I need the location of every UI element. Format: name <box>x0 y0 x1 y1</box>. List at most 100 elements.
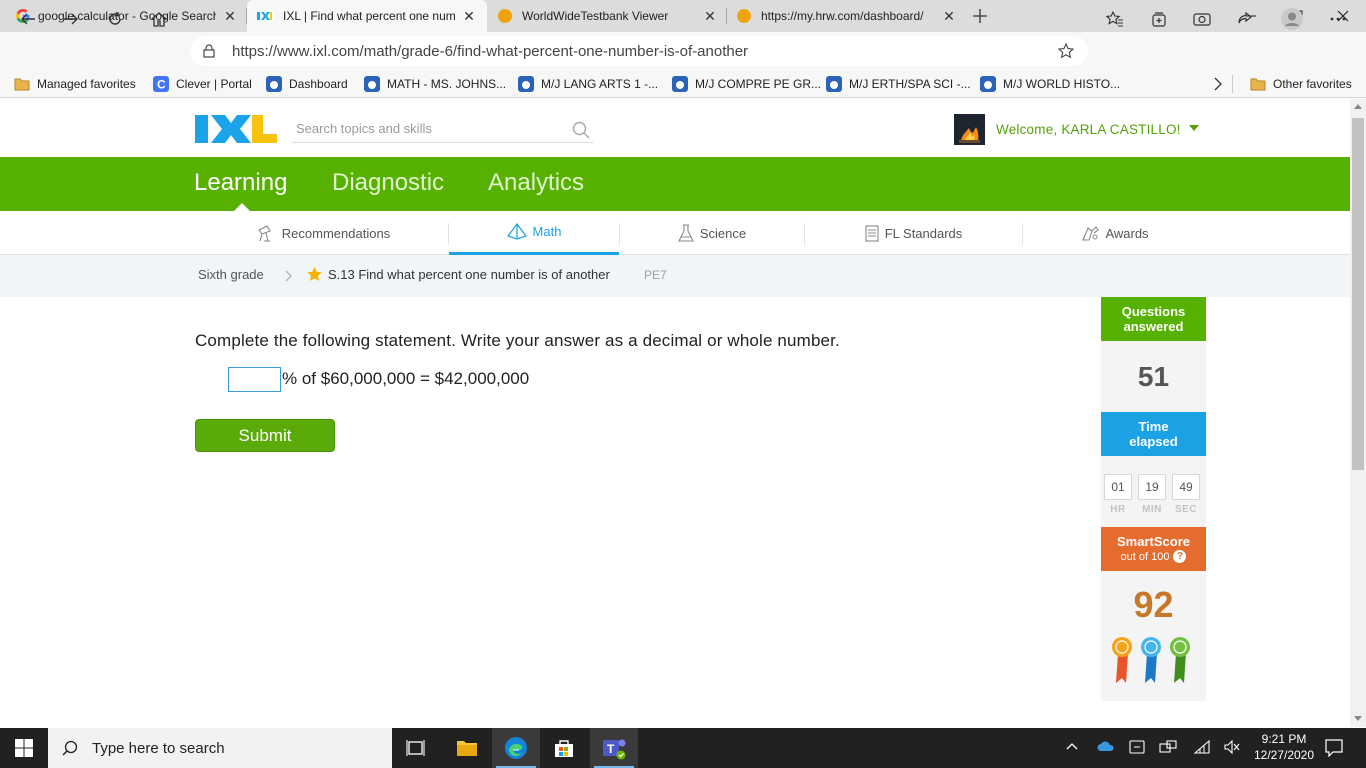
show-hidden-icons-chevron-icon[interactable] <box>1066 742 1078 750</box>
ixl-search-bar <box>292 115 594 143</box>
questions-answered-count: 51 <box>1137 361 1170 392</box>
ellipsis-icon <box>1330 17 1346 21</box>
tab-recommendations[interactable]: Recommendations <box>230 211 416 255</box>
search-input[interactable] <box>292 115 552 141</box>
nav-analytics[interactable]: Analytics <box>488 169 584 197</box>
onedrive-icon[interactable] <box>1097 740 1115 752</box>
close-icon[interactable]: ✕ <box>702 8 718 24</box>
ribbon-medals-icon <box>1110 635 1196 685</box>
time-elapsed-header: Time elapsed <box>1101 412 1206 456</box>
lock-icon[interactable] <box>203 44 215 58</box>
tab-ixl[interactable]: IXL | Find what percent one number is of… <box>247 0 487 32</box>
scroll-down-icon[interactable] <box>1353 715 1363 723</box>
favorite-world-history[interactable]: M/J WORLD HISTO... <box>980 75 1120 93</box>
favorite-managed[interactable]: Managed favorites <box>14 75 136 93</box>
add-favorite-star-icon[interactable] <box>1058 43 1074 59</box>
new-tab-button[interactable] <box>962 0 998 32</box>
task-view-button[interactable] <box>392 728 440 768</box>
tab-fl-standards[interactable]: FL Standards <box>805 211 1022 255</box>
favorite-earth-science[interactable]: M/J ERTH/SPA SCI -... <box>826 75 971 93</box>
active-nav-pointer <box>234 203 250 211</box>
camera-extension-icon <box>1193 13 1211 26</box>
home-button[interactable] <box>143 3 175 35</box>
clock-date: 12/27/2020 <box>1253 748 1315 762</box>
canvas-icon <box>672 76 688 92</box>
welcome-user-menu[interactable]: Welcome, KARLA CASTILLO! <box>996 122 1199 137</box>
more-menu-button[interactable] <box>1322 3 1354 35</box>
tab-title: IXL | Find what percent one number is of… <box>283 9 455 23</box>
tab-title: WorldWideTestbank Viewer <box>522 9 669 23</box>
close-icon[interactable]: ✕ <box>461 8 477 24</box>
svg-text:C: C <box>157 78 166 92</box>
favorite-dashboard[interactable]: Dashboard <box>266 75 348 93</box>
tab-math[interactable]: Math <box>449 211 619 255</box>
teams-taskbar-button[interactable]: T <box>590 728 638 768</box>
favorite-other[interactable]: Other favorites <box>1250 75 1352 93</box>
tab-hrw[interactable]: https://my.hrw.com/dashboard/ ✕ <box>727 0 965 32</box>
back-arrow-icon <box>21 13 35 25</box>
extension-button[interactable] <box>1186 3 1218 35</box>
windows-logo-icon <box>15 739 33 757</box>
store-button[interactable] <box>540 728 588 768</box>
folder-icon <box>1250 77 1266 91</box>
scrollbar-thumb[interactable] <box>1352 118 1364 470</box>
favorite-pe[interactable]: M/J COMPRE PE GR... <box>672 75 821 93</box>
notifications-icon[interactable] <box>1325 739 1343 757</box>
canvas-icon <box>364 76 380 92</box>
skill-code: PE7 <box>644 268 667 282</box>
tab-worldwidetestbank[interactable]: WorldWideTestbank Viewer ✕ <box>488 0 726 32</box>
timer-minutes-label: MIN <box>1142 504 1162 515</box>
edge-taskbar-button[interactable] <box>492 728 540 768</box>
welcome-text: Welcome, KARLA CASTILLO! <box>996 122 1181 137</box>
share-button[interactable] <box>1229 3 1261 35</box>
volume-muted-icon[interactable] <box>1224 740 1240 754</box>
teams-icon: T <box>603 739 626 760</box>
nav-diagnostic[interactable]: Diagnostic <box>332 169 444 197</box>
tab-awards[interactable]: Awards <box>1023 211 1207 255</box>
close-icon[interactable]: ✕ <box>941 8 957 24</box>
favorite-clever[interactable]: C Clever | Portal <box>153 75 252 93</box>
timer-seconds-label: SEC <box>1174 504 1198 515</box>
system-clock[interactable]: 9:21 PM 12/27/2020 <box>1244 731 1324 763</box>
help-icon[interactable]: ? <box>1173 550 1187 563</box>
timer-hours-label: HR <box>1110 504 1126 515</box>
standards-document-icon <box>865 224 879 242</box>
collections-button[interactable] <box>1143 3 1175 35</box>
smartscore-label: SmartScore <box>1117 534 1190 549</box>
nav-learning[interactable]: Learning <box>194 169 287 197</box>
forward-button[interactable] <box>55 3 87 35</box>
breadcrumb-skill: S.13 Find what percent one number is of … <box>328 267 610 282</box>
start-button[interactable] <box>0 728 48 768</box>
answer-input[interactable] <box>228 366 281 392</box>
edge-icon <box>505 737 527 759</box>
favorites-button[interactable] <box>1099 3 1131 35</box>
refresh-button[interactable] <box>99 3 131 35</box>
store-bag-icon <box>555 740 573 757</box>
recommendations-icon <box>256 224 276 242</box>
feedback-icon[interactable] <box>1129 739 1145 755</box>
favorite-lang-arts[interactable]: M/J LANG ARTS 1 -... <box>518 75 658 93</box>
chevron-right-icon[interactable] <box>1213 77 1223 91</box>
submit-button[interactable]: Submit <box>195 419 335 452</box>
favorite-math[interactable]: MATH - MS. JOHNS... <box>364 75 506 93</box>
avatar[interactable] <box>954 114 985 145</box>
url-text[interactable]: https://www.ixl.com/math/grade-6/find-wh… <box>232 43 748 60</box>
canvas-icon <box>266 76 282 92</box>
close-icon[interactable]: ✕ <box>222 8 238 24</box>
scroll-up-icon[interactable] <box>1353 102 1363 110</box>
tab-science[interactable]: Science <box>620 211 804 255</box>
smartscore-header: SmartScore out of 100 ? <box>1101 527 1206 571</box>
file-explorer-button[interactable] <box>443 728 491 768</box>
ixl-logo[interactable] <box>195 113 277 145</box>
questions-answered-header: Questions answered <box>1101 297 1206 341</box>
web-page: Welcome, KARLA CASTILLO! Learning Diagno… <box>0 99 1350 727</box>
taskbar-search[interactable]: Type here to search <box>48 728 392 768</box>
back-button[interactable] <box>12 3 44 35</box>
profile-button[interactable] <box>1276 3 1308 35</box>
search-icon[interactable] <box>572 121 590 139</box>
folder-icon <box>14 77 30 91</box>
plus-icon <box>973 9 987 23</box>
network-devices-icon[interactable] <box>1159 740 1177 754</box>
wifi-icon[interactable] <box>1194 740 1210 754</box>
breadcrumb-grade[interactable]: Sixth grade <box>198 267 264 282</box>
